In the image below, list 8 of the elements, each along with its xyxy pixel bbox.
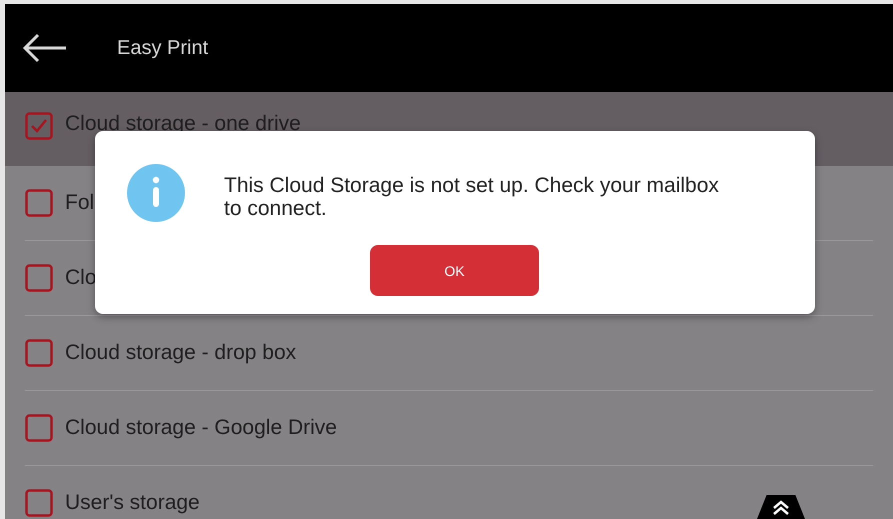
dialog-message: This Cloud Storage is not set up. Check your mailbox to connect.	[224, 173, 720, 222]
item-label: User's storage	[65, 491, 200, 515]
header-title: Easy Print	[117, 36, 208, 60]
item-label: Cloud storage - one drive	[65, 112, 301, 136]
item-label: Cloud storage - drop box	[65, 341, 296, 365]
item-label: Fol	[65, 191, 94, 215]
item-label: Cloud storage - Google Drive	[65, 416, 337, 440]
item-label: Clo	[65, 266, 97, 290]
